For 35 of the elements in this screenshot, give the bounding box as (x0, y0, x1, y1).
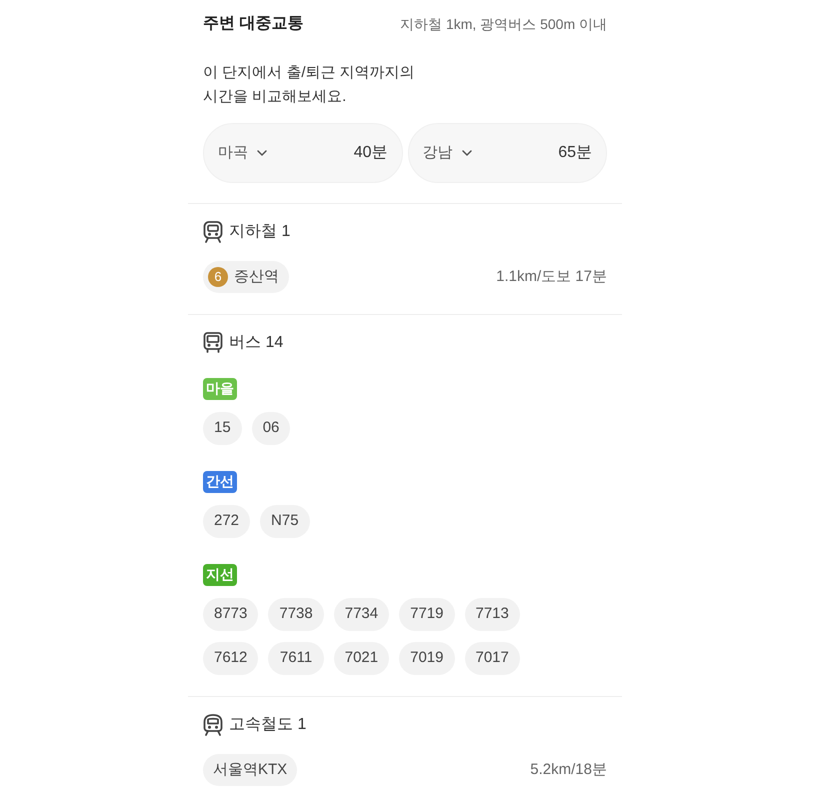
bus-type-badge: 간선 (203, 470, 237, 492)
travel-time: 65분 (558, 143, 592, 163)
bus-icon (203, 332, 223, 354)
route-chip: 8773 (203, 598, 258, 631)
section-title: 고속철도 1 (229, 715, 306, 735)
route-chip: 7019 (399, 642, 454, 675)
route-chip: 7713 (464, 598, 520, 631)
range-note: 지하철 1km, 광역버스 500m 이내 (400, 14, 607, 34)
distance-text: 5.2km/18분 (530, 760, 607, 780)
line-number-badge: 6 (208, 267, 228, 287)
train-icon (203, 714, 223, 736)
station-name: 증산역 (234, 266, 279, 287)
station-name: 서울역KTX (213, 760, 288, 780)
route-chip: 06 (252, 412, 290, 445)
route-chip: 272 (203, 505, 250, 538)
route-chip: 7738 (268, 598, 324, 631)
commute-description: 이 단지에서 출/퇴근 지역까지의 시간을 비교해보세요. (203, 63, 416, 107)
destination-dropdown[interactable]: 강남 (422, 142, 474, 164)
route-chip: 7021 (334, 642, 390, 675)
destination-dropdown[interactable]: 마곡 (218, 142, 270, 164)
section-heading: 주변 대중교통 (203, 14, 304, 34)
distance-text: 1.1km/도보 17분 (496, 266, 607, 287)
section-title: 지하철 1 (229, 222, 290, 242)
section-title: 버스 14 (229, 333, 284, 353)
route-chip: 7611 (268, 642, 324, 675)
train-icon (203, 221, 223, 243)
route-chip: 7612 (203, 642, 258, 675)
travel-time: 40분 (354, 143, 388, 163)
bus-type-badge: 지선 (203, 564, 237, 586)
route-chip: 7719 (399, 598, 454, 631)
bus-type-badge: 마을 (203, 378, 237, 400)
route-chip: 7734 (334, 598, 390, 631)
route-chip: 15 (203, 412, 242, 445)
route-chip: N75 (260, 505, 310, 538)
route-chip: 7017 (464, 642, 520, 675)
